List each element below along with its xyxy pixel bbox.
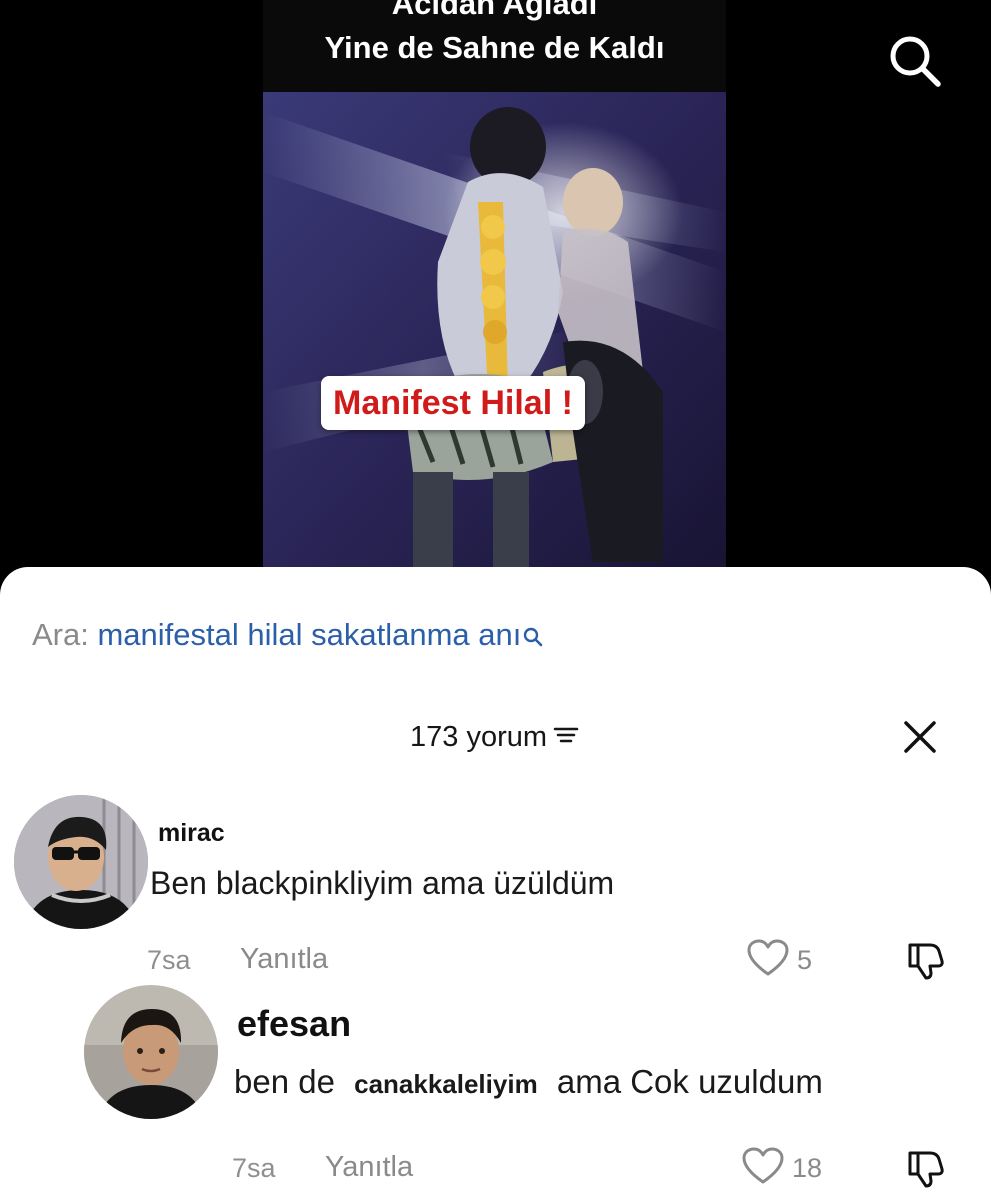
- comment-username[interactable]: efesan: [237, 1003, 351, 1045]
- comment-count: 173 yorum: [410, 720, 548, 753]
- comment-username[interactable]: mirac: [158, 819, 225, 848]
- search-icon: [523, 617, 543, 657]
- reply-button[interactable]: Yanıtla: [240, 943, 328, 976]
- like-count: 5: [797, 945, 813, 975]
- search-suggestion-prefix: Ara:: [32, 617, 89, 652]
- reply-button[interactable]: Yanıtla: [325, 1151, 413, 1184]
- comment-item: mirac Ben blackpinkliyim ama üzüldüm 7sa…: [0, 795, 991, 995]
- heart-icon: [742, 1147, 784, 1190]
- like-button[interactable]: 5: [747, 939, 812, 982]
- video-player[interactable]: Acıdan Ağladı Yine de Sahne de Kaldı Man…: [0, 0, 991, 600]
- comment-text: ben de canakkaleliyim ama Cok uzuldum: [234, 1063, 823, 1101]
- video-title-line1: Acıdan Ağladı: [391, 0, 598, 21]
- avatar[interactable]: [84, 985, 218, 1119]
- avatar[interactable]: [14, 795, 148, 929]
- video-scene-image: [263, 92, 726, 600]
- comment-item: efesan ben de canakkaleliyim ama Cok uzu…: [0, 985, 991, 1200]
- comment-text-start: ben de: [234, 1063, 335, 1100]
- sort-icon: [553, 724, 579, 751]
- search-icon[interactable]: [886, 32, 944, 90]
- comment-sort-toggle[interactable]: 173 yorum: [410, 717, 579, 757]
- comments-header: 173 yorum: [0, 717, 991, 757]
- heart-icon: [747, 939, 789, 982]
- comment-text-end: ama Cok uzuldum: [556, 1063, 823, 1100]
- video-caption: Manifest Hilal !: [321, 376, 585, 430]
- search-suggestion-query[interactable]: manifestal hilal sakatlanma anı: [97, 617, 521, 652]
- thumbs-down-icon[interactable]: [904, 1147, 946, 1194]
- comment-text: Ben blackpinkliyim ama üzüldüm: [150, 865, 615, 901]
- like-count: 18: [792, 1153, 823, 1183]
- comment-text-middle: canakkaleliyim: [354, 1069, 538, 1099]
- comments-sheet: Ara: manifestal hilal sakatlanma anı 173…: [0, 567, 991, 1200]
- like-button[interactable]: 18: [742, 1147, 822, 1190]
- comment-time: 7sa: [147, 945, 191, 975]
- close-icon[interactable]: [900, 717, 940, 757]
- video-frame[interactable]: Acıdan Ağladı Yine de Sahne de Kaldı Man…: [263, 0, 726, 600]
- video-title-band: Acıdan Ağladı Yine de Sahne de Kaldı: [263, 0, 726, 92]
- thumbs-down-icon[interactable]: [904, 939, 946, 986]
- search-suggestion[interactable]: Ara: manifestal hilal sakatlanma anı: [32, 615, 543, 657]
- video-title-line2: Yine de Sahne de Kaldı: [324, 30, 665, 65]
- comment-time: 7sa: [232, 1153, 276, 1183]
